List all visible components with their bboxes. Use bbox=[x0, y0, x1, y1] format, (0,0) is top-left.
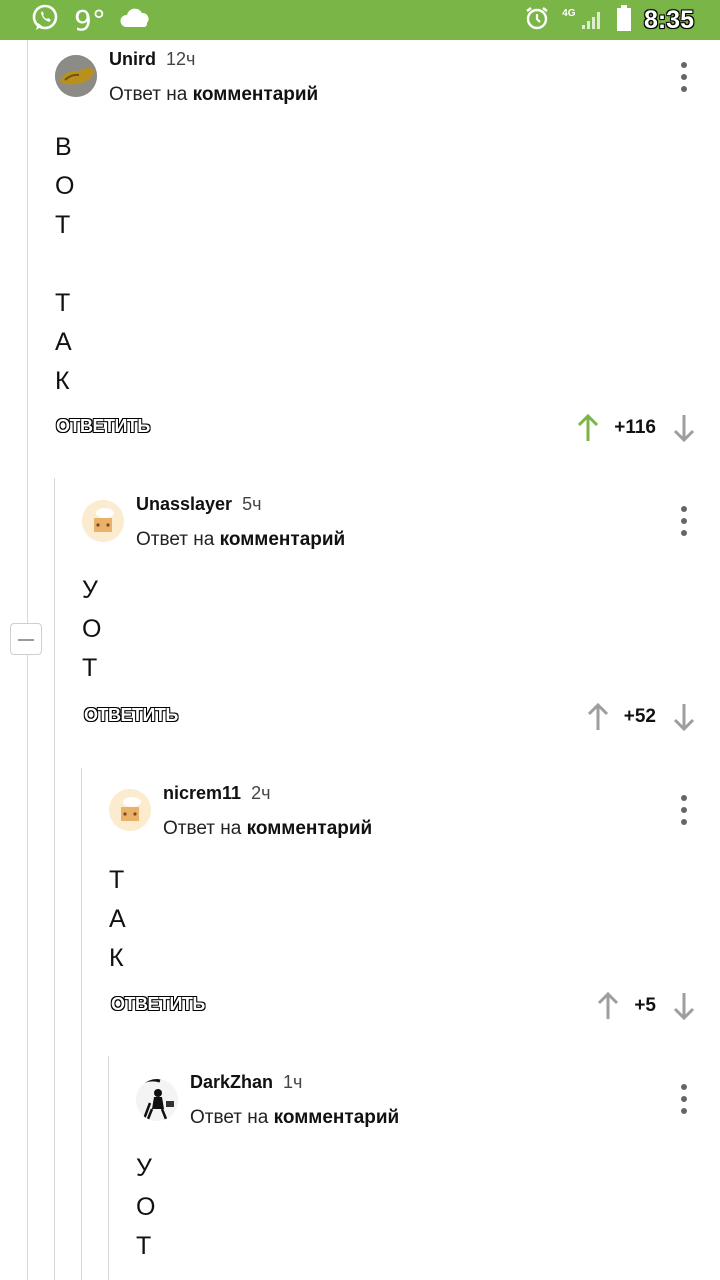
comment-author[interactable]: Unasslayer 5ч bbox=[136, 494, 261, 515]
vote-controls: +116 bbox=[576, 413, 696, 443]
comment-score: +5 bbox=[634, 995, 656, 1016]
more-options-icon[interactable] bbox=[672, 506, 696, 536]
avatar[interactable] bbox=[136, 1079, 178, 1121]
clock: 8:35 bbox=[643, 5, 694, 34]
avatar[interactable] bbox=[55, 55, 97, 97]
thread-line bbox=[108, 1056, 109, 1280]
upvote-icon[interactable] bbox=[586, 702, 610, 732]
comment-body: Т А К bbox=[109, 866, 126, 972]
reply-target-link[interactable]: комментарий bbox=[247, 818, 373, 839]
downvote-icon[interactable] bbox=[672, 702, 696, 732]
comment-body: У О Т bbox=[82, 576, 102, 682]
thread-line bbox=[27, 40, 28, 1280]
collapse-thread-button[interactable] bbox=[10, 623, 42, 655]
temperature: 9° bbox=[74, 3, 106, 37]
comment-time: 1ч bbox=[283, 1072, 303, 1092]
more-options-icon[interactable] bbox=[672, 62, 696, 92]
reply-target-link[interactable]: комментарий bbox=[274, 1107, 400, 1128]
vote-controls: +5 bbox=[596, 991, 696, 1021]
reply-target-link[interactable]: комментарий bbox=[193, 84, 319, 105]
downvote-icon[interactable] bbox=[672, 413, 696, 443]
comment-body: У О Т bbox=[136, 1154, 156, 1260]
comment-time: 5ч bbox=[242, 494, 262, 514]
reply-button[interactable]: ОТВЕТИТЬ bbox=[84, 705, 178, 726]
reply-to-line: Ответ на комментарий bbox=[163, 818, 373, 839]
comment-author[interactable]: DarkZhan 1ч bbox=[190, 1072, 302, 1093]
avatar[interactable] bbox=[82, 500, 124, 542]
more-options-icon[interactable] bbox=[672, 1084, 696, 1114]
thread-line bbox=[81, 768, 82, 1280]
thread-line bbox=[54, 478, 55, 1280]
cloud-icon bbox=[120, 5, 152, 36]
signal-icon: 4G bbox=[562, 8, 604, 31]
comment-author[interactable]: Unird 12ч bbox=[109, 49, 195, 70]
reply-target-link[interactable]: комментарий bbox=[220, 529, 346, 550]
comment-score: +52 bbox=[623, 706, 656, 727]
downvote-icon[interactable] bbox=[672, 991, 696, 1021]
comment-time: 12ч bbox=[166, 49, 196, 69]
reply-to-line: Ответ на комментарий bbox=[190, 1107, 400, 1128]
comment-author[interactable]: nicrem11 2ч bbox=[163, 783, 270, 804]
status-bar: 9° 4G 8:35 bbox=[0, 0, 720, 40]
vote-controls: +52 bbox=[586, 702, 696, 732]
network-label: 4G bbox=[562, 8, 576, 20]
comment-time: 2ч bbox=[251, 783, 271, 803]
reply-to-line: Ответ на комментарий bbox=[136, 529, 346, 550]
reply-to-line: Ответ на комментарий bbox=[109, 84, 319, 105]
comment-score: +116 bbox=[614, 417, 656, 438]
avatar[interactable] bbox=[109, 789, 151, 831]
more-options-icon[interactable] bbox=[672, 795, 696, 825]
whatsapp-icon bbox=[30, 3, 60, 38]
reply-button[interactable]: ОТВЕТИТЬ bbox=[56, 416, 150, 437]
comment-body: В О Т Т А К bbox=[55, 133, 75, 395]
upvote-icon[interactable] bbox=[596, 991, 620, 1021]
alarm-icon bbox=[524, 5, 550, 36]
upvote-icon[interactable] bbox=[576, 413, 600, 443]
reply-button[interactable]: ОТВЕТИТЬ bbox=[111, 994, 205, 1015]
battery-icon bbox=[616, 4, 632, 37]
